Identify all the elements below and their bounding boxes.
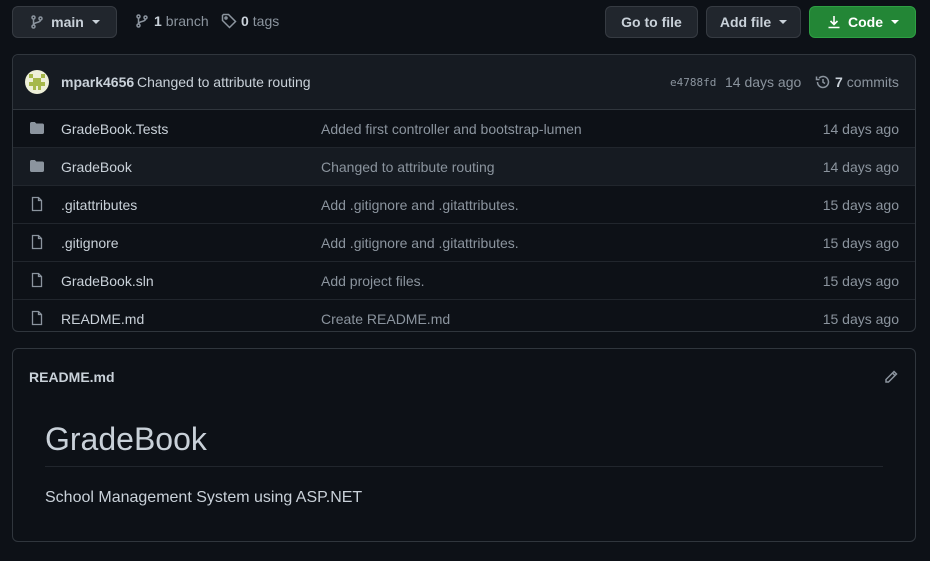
file-commit-message[interactable]: Added first controller and bootstrap-lum…: [321, 121, 582, 137]
tag-icon: [221, 13, 237, 29]
chevron-down-icon: [91, 20, 100, 24]
file-commit-age: 15 days ago: [822, 196, 899, 213]
readme-panel: README.md GradeBook School Management Sy…: [12, 348, 916, 542]
chevron-down-icon: [891, 20, 899, 24]
table-row[interactable]: GradeBook Changed to attribute routing 14 …: [13, 147, 915, 185]
file-list: GradeBook.Tests Added first controller an…: [13, 110, 915, 337]
table-row[interactable]: .gitattributes Add .gitignore and .gitatt…: [13, 185, 915, 223]
file-name-link[interactable]: GradeBook.Tests: [61, 121, 168, 137]
tags-link[interactable]: 0 tags: [221, 13, 279, 29]
commit-hash[interactable]: e4788fd: [670, 76, 716, 89]
file-icon: [29, 310, 45, 329]
file-name-link[interactable]: .gitignore: [61, 235, 119, 251]
folder-icon: [29, 158, 45, 177]
file-name-link[interactable]: .gitattributes: [61, 197, 137, 213]
table-row[interactable]: .gitignore Add .gitignore and .gitattribu…: [13, 223, 915, 261]
file-name-link[interactable]: README.md: [61, 311, 144, 327]
tag-label: tags: [252, 13, 280, 29]
commit-age: 14 days ago: [725, 74, 802, 90]
add-file-button[interactable]: Add file: [706, 6, 801, 38]
chevron-down-icon: [779, 20, 788, 24]
file-browser: mpark4656 Changed to attribute routing e…: [12, 54, 916, 332]
table-row[interactable]: GradeBook.sln Add project files. 15 days a…: [13, 261, 915, 299]
file-commit-message[interactable]: Add project files.: [321, 273, 425, 289]
table-row[interactable]: README.md Create README.md 15 days ago: [13, 299, 915, 337]
branch-select-button[interactable]: main: [12, 6, 117, 38]
file-name-link[interactable]: GradeBook: [61, 159, 132, 175]
history-icon: [815, 75, 830, 89]
file-icon: [29, 234, 45, 253]
code-button[interactable]: Code: [809, 6, 916, 38]
file-icon: [29, 272, 45, 291]
file-commit-age: 14 days ago: [822, 120, 899, 137]
readme-filename[interactable]: README.md: [29, 369, 115, 385]
tag-count: 0: [241, 13, 249, 29]
commit-count-label: commits: [846, 74, 899, 90]
avatar[interactable]: [25, 70, 49, 94]
file-commit-message[interactable]: Create README.md: [321, 311, 450, 327]
download-icon: [828, 16, 840, 29]
commits-link[interactable]: 7 commits: [815, 74, 899, 90]
commit-message[interactable]: Changed to attribute routing: [137, 74, 311, 90]
folder-icon: [29, 120, 45, 139]
readme-description: School Management System using ASP.NET: [45, 489, 363, 506]
file-commit-message[interactable]: Add .gitignore and .gitattributes.: [321, 235, 519, 251]
commit-count: 7: [835, 74, 843, 90]
branch-count: 1: [154, 13, 162, 29]
commit-author[interactable]: mpark4656: [61, 74, 134, 90]
file-commit-message[interactable]: Add .gitignore and .gitattributes.: [321, 197, 519, 213]
file-icon: [29, 196, 45, 215]
table-row[interactable]: GradeBook.Tests Added first controller an…: [13, 110, 915, 147]
add-file-label: Add file: [719, 14, 772, 30]
go-to-file-button[interactable]: Go to file: [605, 6, 698, 38]
file-commit-age: 15 days ago: [822, 310, 899, 327]
code-label: Code: [848, 14, 883, 30]
file-commit-age: 14 days ago: [822, 158, 899, 175]
file-commit-message[interactable]: Changed to attribute routing: [321, 159, 495, 175]
branch-name: main: [51, 14, 84, 30]
file-name-link[interactable]: GradeBook.sln: [61, 273, 154, 289]
pencil-icon[interactable]: [883, 369, 899, 385]
branches-link[interactable]: 1 branch: [134, 13, 209, 29]
git-branch-icon: [136, 14, 148, 28]
latest-commit-bar: mpark4656 Changed to attribute routing e…: [13, 55, 915, 110]
file-commit-age: 15 days ago: [822, 272, 899, 289]
readme-title: GradeBook: [45, 421, 883, 467]
branch-label: branch: [165, 13, 209, 29]
file-commit-age: 15 days ago: [822, 234, 899, 251]
git-branch-icon: [31, 15, 43, 29]
